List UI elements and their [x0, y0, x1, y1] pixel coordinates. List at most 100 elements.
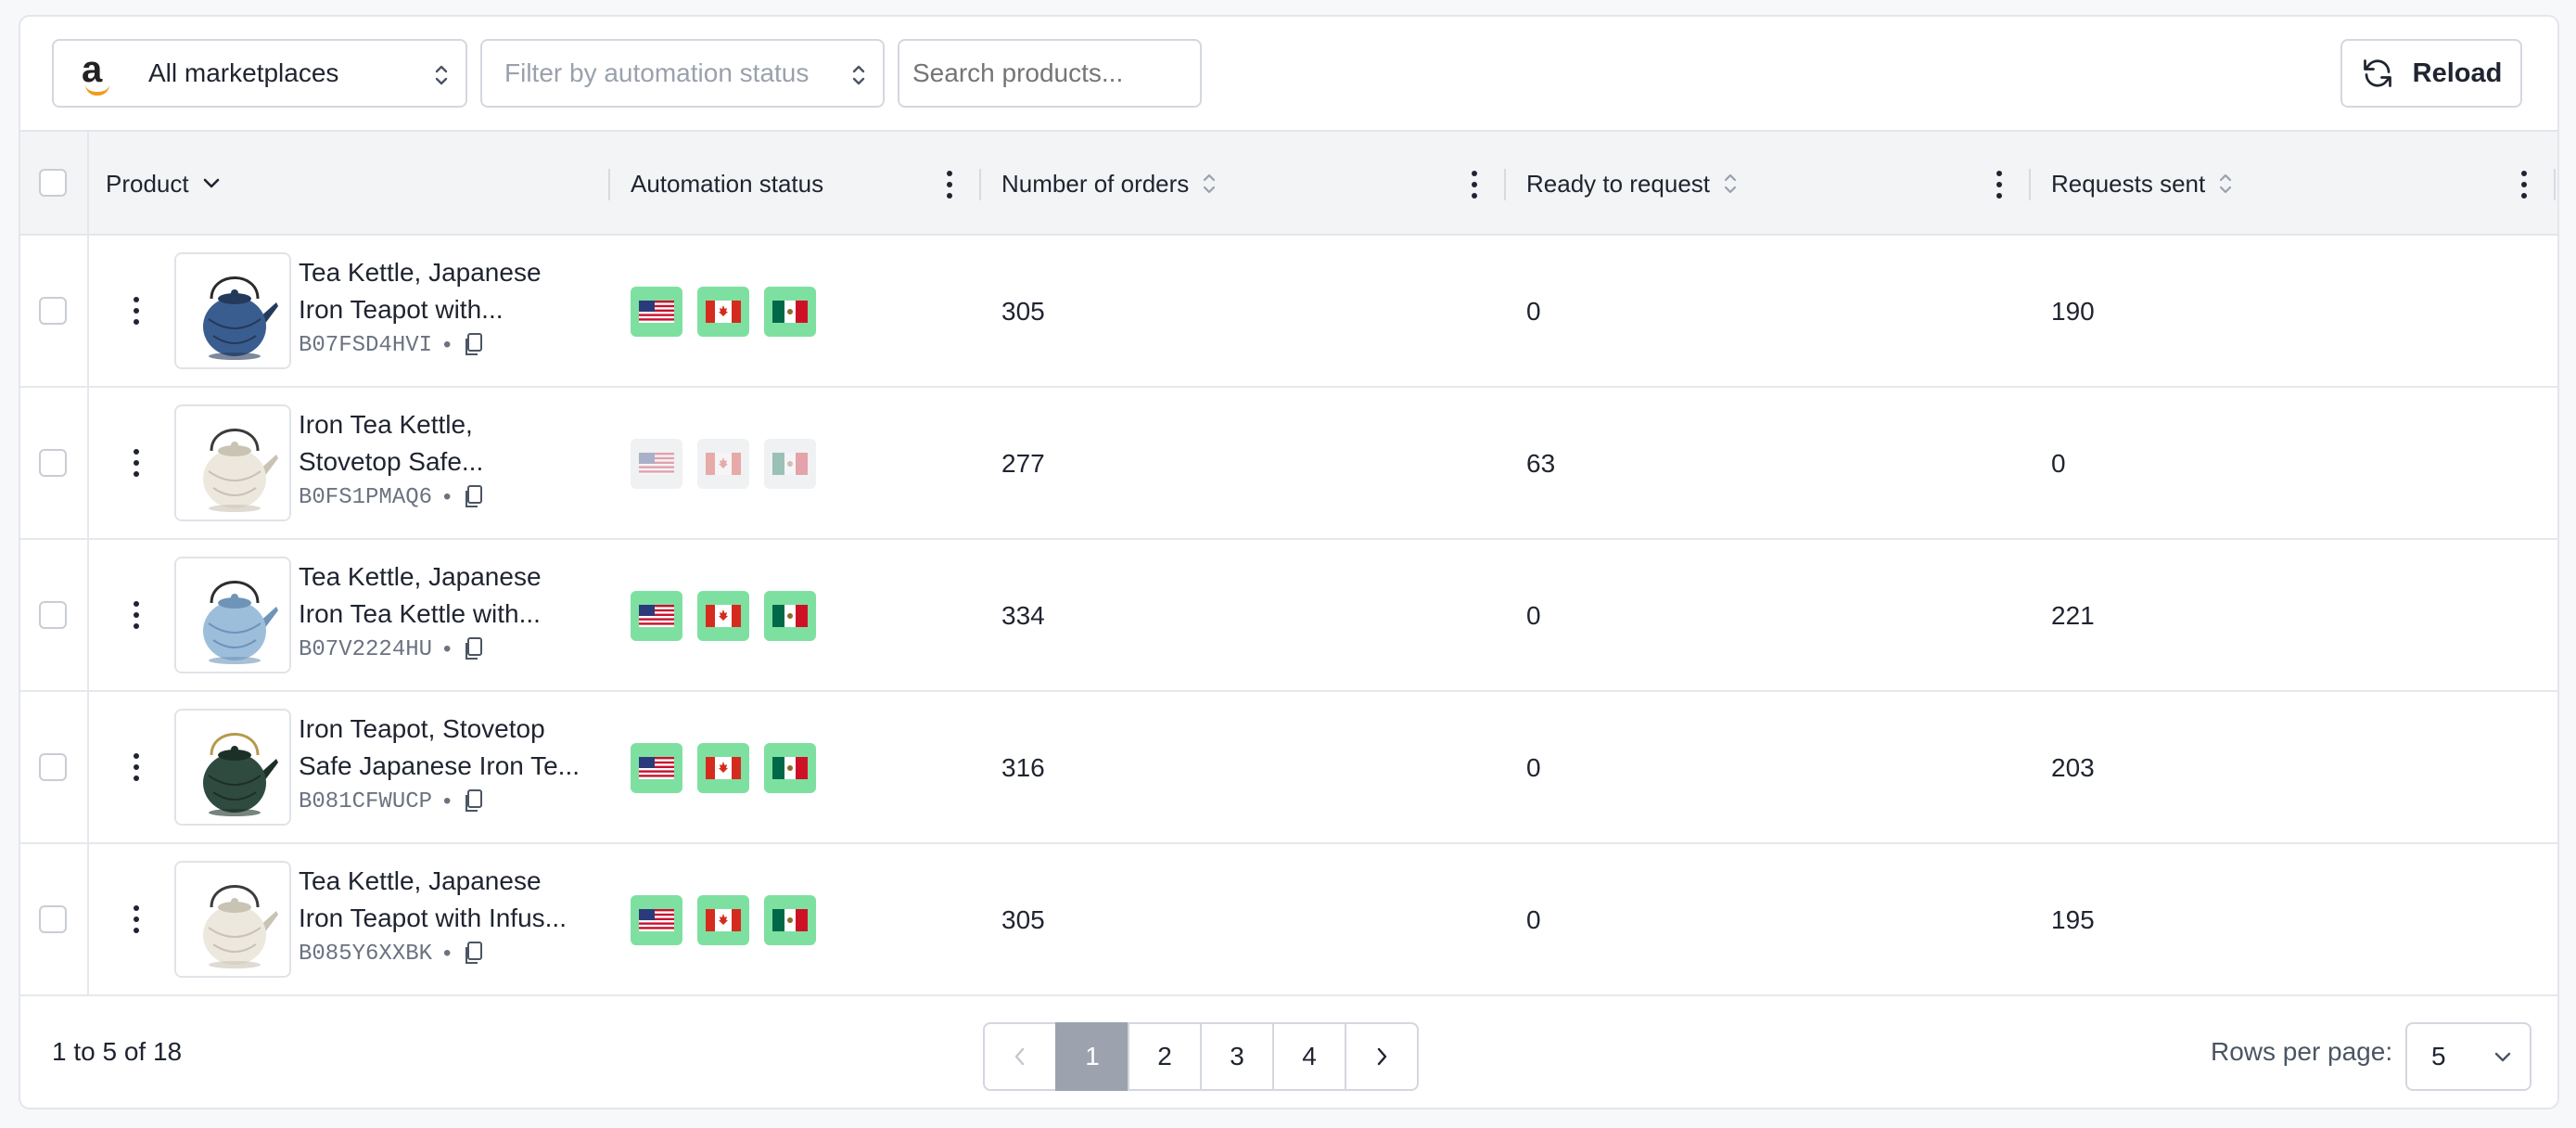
chevron-right-icon	[1377, 1047, 1387, 1066]
column-header-automation-label: Automation status	[631, 169, 824, 198]
us-marketplace-flag[interactable]	[631, 591, 682, 641]
row-checkbox[interactable]	[39, 601, 67, 629]
row-menu-icon[interactable]	[134, 753, 139, 781]
sort-icon	[1204, 173, 1216, 194]
copy-icon[interactable]	[462, 941, 484, 967]
mx-marketplace-flag[interactable]	[764, 895, 816, 945]
reload-button[interactable]: Reload	[2340, 39, 2522, 108]
ca-marketplace-flag[interactable]	[697, 591, 749, 641]
row-checkbox[interactable]	[39, 905, 67, 933]
search-input[interactable]	[898, 39, 1202, 108]
ready-to-request-count: 0	[1526, 601, 1541, 630]
column-resize-handle[interactable]	[1504, 169, 1506, 200]
copy-icon[interactable]	[462, 484, 484, 510]
asin-value: B085Y6XXBK	[299, 941, 433, 967]
column-header-automation[interactable]: Automation status	[631, 132, 823, 236]
orders-count: 305	[1001, 297, 1045, 326]
table-row: Tea Kettle, Japanese Iron Teapot with Inf…	[20, 844, 2557, 996]
copy-icon[interactable]	[462, 788, 484, 814]
ca-marketplace-flag[interactable]	[697, 743, 749, 793]
product-asin: B0FS1PMAQ6 •	[299, 484, 484, 510]
product-name-line-2: Iron Teapot with...	[299, 295, 504, 324]
ca-marketplace-flag[interactable]	[697, 287, 749, 337]
page-button-2[interactable]: 2	[1128, 1022, 1202, 1091]
mx-marketplace-flag[interactable]	[764, 743, 816, 793]
product-name[interactable]: Tea Kettle, Japanese Iron Tea Kettle with…	[299, 558, 614, 633]
page-button-1[interactable]: 1	[1055, 1022, 1129, 1091]
asin-value: B0FS1PMAQ6	[299, 484, 433, 510]
row-checkbox[interactable]	[39, 753, 67, 781]
column-header-sent[interactable]: Requests sent	[2051, 132, 2233, 236]
product-name[interactable]: Tea Kettle, Japanese Iron Teapot with...	[299, 254, 614, 328]
table-footer: 1 to 5 of 18 1 2 3 4 Rows per page: 5	[20, 996, 2557, 1108]
column-menu-icon[interactable]	[1472, 171, 1477, 199]
column-divider	[87, 692, 89, 842]
mx-flag-icon	[772, 757, 808, 779]
select-all-checkbox[interactable]	[39, 169, 67, 197]
product-image	[174, 252, 291, 369]
row-checkbox[interactable]	[39, 297, 67, 325]
column-header-orders[interactable]: Number of orders	[1001, 132, 1217, 236]
product-asin: B081CFWUCP •	[299, 788, 484, 814]
chevron-left-icon	[1014, 1047, 1025, 1066]
product-name[interactable]: Iron Tea Kettle, Stovetop Safe...	[299, 406, 614, 481]
row-checkbox[interactable]	[39, 449, 67, 477]
product-name-line-1: Tea Kettle, Japanese	[299, 258, 542, 287]
page-button-4[interactable]: 4	[1272, 1022, 1346, 1091]
marketplace-select[interactable]: a All marketplaces	[52, 39, 467, 108]
us-flag-icon	[639, 757, 674, 779]
mx-marketplace-flag[interactable]	[764, 439, 816, 489]
column-header-ready[interactable]: Ready to request	[1526, 132, 1738, 236]
chevron-up-down-icon	[434, 61, 449, 89]
us-marketplace-flag[interactable]	[631, 895, 682, 945]
ready-to-request-count: 63	[1526, 449, 1556, 478]
previous-page-button[interactable]	[983, 1022, 1057, 1091]
column-resize-handle[interactable]	[2029, 169, 2031, 200]
mx-flag-icon	[772, 453, 808, 475]
automation-status-filter-placeholder: Filter by automation status	[504, 58, 810, 87]
orders-count: 305	[1001, 905, 1045, 934]
chevron-down-icon	[2494, 1052, 2511, 1062]
product-name[interactable]: Iron Teapot, Stovetop Safe Japanese Iron …	[299, 711, 614, 785]
column-resize-handle[interactable]	[608, 169, 610, 200]
column-resize-handle[interactable]	[979, 169, 981, 200]
requests-sent-count: 0	[2051, 449, 2066, 478]
automation-status-flags	[631, 743, 831, 793]
us-marketplace-flag[interactable]	[631, 743, 682, 793]
rows-per-page-select[interactable]: 5	[2405, 1022, 2531, 1091]
column-header-product[interactable]: Product	[106, 132, 221, 236]
column-menu-icon[interactable]	[947, 171, 952, 199]
product-name-line-2: Iron Tea Kettle with...	[299, 599, 541, 628]
column-menu-icon[interactable]	[2521, 171, 2527, 199]
ca-marketplace-flag[interactable]	[697, 895, 749, 945]
row-menu-icon[interactable]	[134, 601, 139, 629]
copy-icon[interactable]	[462, 636, 484, 662]
ca-marketplace-flag[interactable]	[697, 439, 749, 489]
row-menu-icon[interactable]	[134, 905, 139, 933]
product-image	[174, 557, 291, 673]
refresh-icon	[2363, 59, 2391, 87]
product-name[interactable]: Tea Kettle, Japanese Iron Teapot with Inf…	[299, 863, 614, 937]
copy-icon[interactable]	[462, 332, 484, 358]
page-button-3[interactable]: 3	[1200, 1022, 1274, 1091]
column-resize-handle[interactable]	[2554, 169, 2556, 200]
marketplace-select-value: All marketplaces	[148, 58, 339, 87]
column-menu-icon[interactable]	[1996, 171, 2002, 199]
row-menu-icon[interactable]	[134, 297, 139, 325]
us-marketplace-flag[interactable]	[631, 439, 682, 489]
mx-marketplace-flag[interactable]	[764, 591, 816, 641]
product-image	[174, 404, 291, 521]
ca-flag-icon	[706, 909, 741, 931]
automation-status-flags	[631, 287, 831, 337]
mx-flag-icon	[772, 909, 808, 931]
next-page-button[interactable]	[1345, 1022, 1419, 1091]
mx-marketplace-flag[interactable]	[764, 287, 816, 337]
automation-status-flags	[631, 895, 831, 945]
automation-status-filter[interactable]: Filter by automation status	[480, 39, 885, 108]
product-name-line-2: Iron Teapot with Infus...	[299, 904, 567, 932]
separator-dot: •	[443, 636, 452, 661]
asin-value: B081CFWUCP	[299, 788, 433, 814]
us-marketplace-flag[interactable]	[631, 287, 682, 337]
row-menu-icon[interactable]	[134, 449, 139, 477]
ca-flag-icon	[706, 757, 741, 779]
